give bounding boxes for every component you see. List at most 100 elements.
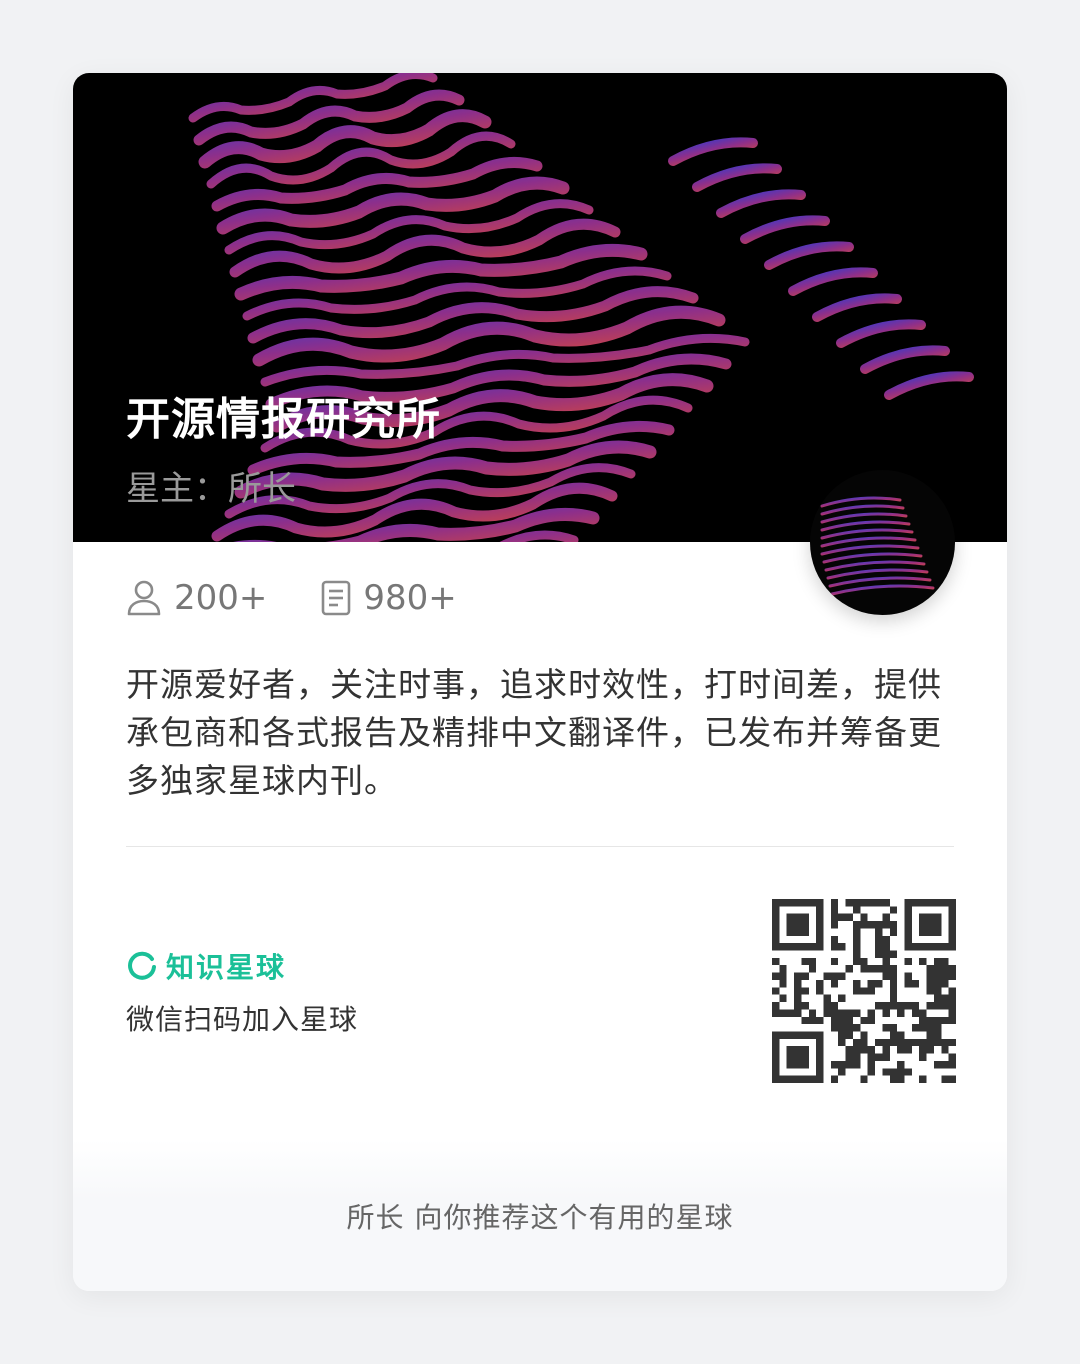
qr-module: [779, 979, 787, 988]
qr-module: [830, 1009, 839, 1017]
qr-module: [801, 1016, 809, 1025]
qr-module: [852, 906, 861, 914]
qr-module: [838, 1031, 846, 1039]
qr-module: [867, 921, 876, 929]
qr-module: [830, 1024, 839, 1032]
qr-module: [875, 943, 883, 951]
wave-stroke: [788, 267, 878, 296]
qr-module: [852, 1046, 861, 1054]
qr-module: [816, 1068, 824, 1076]
brand-name: 知识星球: [166, 951, 287, 984]
qr-module: [816, 1075, 824, 1083]
qr-module: [816, 979, 824, 988]
qr-module: [948, 1075, 956, 1083]
qr-module: [948, 1009, 956, 1017]
qr-module: [882, 1024, 890, 1032]
qr-module: [941, 965, 949, 973]
qr-module: [889, 1075, 898, 1083]
qr-module: [860, 921, 868, 929]
qr-module: [852, 1009, 861, 1017]
qr-code[interactable]: [772, 899, 956, 1083]
qr-module: [897, 1075, 905, 1083]
qr-module: [926, 1024, 934, 1032]
qr-module: [772, 1002, 780, 1010]
qr-module: [933, 913, 942, 922]
qr-module: [816, 943, 824, 951]
qr-module: [933, 1060, 942, 1069]
qr-module: [808, 943, 817, 951]
qr-module: [786, 1075, 795, 1083]
qr-module: [794, 1053, 802, 1061]
qr-module: [772, 1009, 780, 1017]
qr-module: [852, 1053, 861, 1061]
qr-module: [867, 1068, 876, 1076]
qr-module: [860, 987, 868, 995]
qr-module: [889, 994, 898, 1003]
document-icon: [322, 580, 351, 616]
qr-module: [830, 957, 839, 966]
qr-module: [941, 979, 949, 988]
qr-module: [794, 943, 802, 951]
qr-module: [867, 987, 876, 995]
members-count: 200+: [174, 578, 268, 618]
qr-module: [808, 1016, 817, 1025]
qr-module: [875, 935, 883, 944]
qr-module: [801, 921, 809, 929]
qr-module: [904, 1068, 912, 1076]
qr-module: [852, 935, 861, 944]
qr-module: [816, 935, 824, 944]
qr-module: [852, 1060, 861, 1069]
qr-module: [845, 1009, 853, 1017]
qr-module: [904, 1046, 912, 1054]
qr-module: [794, 1046, 802, 1054]
qr-module: [808, 1075, 817, 1083]
qr-module: [779, 899, 787, 907]
qr-module: [852, 1024, 861, 1032]
qr-module: [860, 1016, 868, 1025]
qr-module: [926, 979, 934, 988]
qr-module: [786, 1060, 795, 1069]
members-stat: 200+: [126, 578, 267, 618]
qr-module: [867, 1016, 876, 1025]
qr-module: [801, 899, 809, 907]
qr-module: [808, 965, 817, 973]
qr-module: [933, 972, 942, 980]
qr-module: [816, 906, 824, 914]
qr-module: [845, 1060, 853, 1069]
qr-module: [933, 987, 942, 995]
qr-module: [852, 950, 861, 958]
qr-module: [794, 979, 802, 988]
qr-module: [889, 972, 898, 980]
qr-module: [933, 965, 942, 973]
qr-module: [919, 1024, 927, 1032]
qr-module: [919, 1075, 927, 1083]
qr-module: [941, 957, 949, 966]
qr-module: [852, 943, 861, 951]
wave-stroke: [668, 137, 758, 166]
wave-stroke: [764, 241, 854, 270]
qr-module: [941, 1075, 949, 1083]
qr-module: [933, 1038, 942, 1047]
qr-module: [779, 965, 787, 973]
qr-module: [794, 1060, 802, 1069]
qr-module: [816, 1038, 824, 1047]
qr-module: [919, 943, 927, 951]
qr-module: [948, 994, 956, 1003]
qr-module: [882, 1046, 890, 1054]
qr-module: [933, 1031, 942, 1039]
qr-module: [919, 1046, 927, 1054]
qr-module: [786, 928, 795, 936]
qr-module: [889, 987, 898, 995]
qr-module: [816, 1046, 824, 1054]
qr-module: [941, 1002, 949, 1010]
qr-module: [772, 899, 780, 907]
circle-share-card: 开源情报研究所 星主：所长 200+ 980+ 开源爱好者，关注时事，追求时效性…: [73, 73, 1007, 1291]
circle-description: 开源爱好者，关注时事，追求时效性，打时间差，提供承包商和各式报告及精排中文翻译件…: [126, 665, 942, 800]
qr-module: [926, 1038, 934, 1047]
qr-module: [911, 1024, 920, 1032]
qr-module: [941, 943, 949, 951]
qr-module: [882, 1038, 890, 1047]
qr-module: [830, 906, 839, 914]
qr-module: [830, 1002, 839, 1010]
qr-module: [926, 913, 934, 922]
